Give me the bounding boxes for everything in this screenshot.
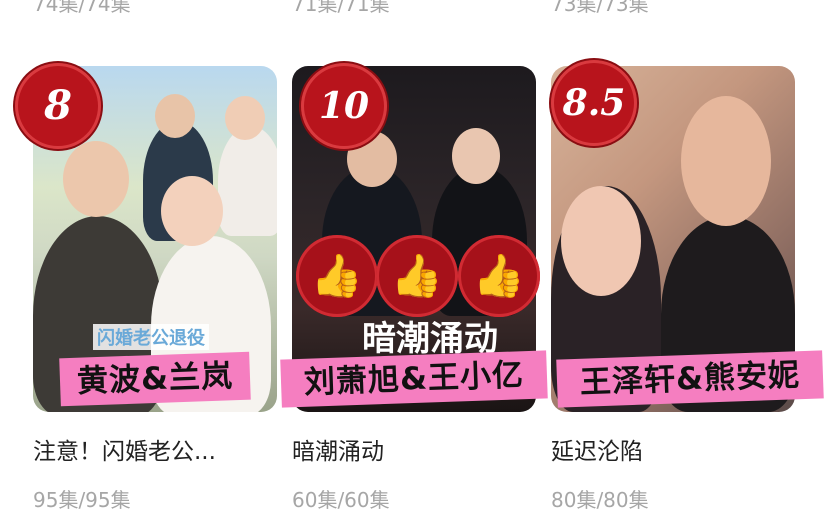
episode-count: 74集/74集 <box>33 0 131 16</box>
thumbs-up-icon: 👍 <box>458 235 540 317</box>
cast-label: 王泽轩&熊安妮 <box>556 350 824 408</box>
poster-figure <box>218 126 277 236</box>
poster-figure-head <box>681 96 771 226</box>
episode-count: 71集/71集 <box>292 0 390 16</box>
episode-count: 95集/95集 <box>33 488 131 512</box>
poster-figure-head <box>161 176 223 246</box>
drama-title[interactable]: 延迟沦陷 <box>551 432 643 466</box>
episode-count: 60集/60集 <box>292 488 390 512</box>
poster-figure-head <box>225 96 265 140</box>
poster-figure-head <box>63 141 129 217</box>
episode-count: 80集/80集 <box>551 488 649 512</box>
drama-title[interactable]: 注意！闪婚老公... <box>33 432 216 466</box>
thumbs-up-group: 👍 👍 👍 <box>296 235 546 321</box>
rating-badge: 8.5 <box>551 60 637 146</box>
previous-row-episode-counts: 74集/74集 71集/71集 73集/73集 <box>0 0 828 16</box>
rating-badge: 10 <box>301 63 387 149</box>
drama-title[interactable]: 暗潮涌动 <box>292 432 384 466</box>
poster-title-text: 闪婚老公退役 <box>93 324 209 350</box>
thumbs-up-icon: 👍 <box>376 235 458 317</box>
episode-count: 73集/73集 <box>551 0 649 16</box>
poster-figure-head <box>155 94 195 138</box>
poster-figure-head <box>561 186 641 296</box>
rating-badge: 8 <box>15 63 101 149</box>
thumbs-up-icon: 👍 <box>296 235 378 317</box>
cast-label: 刘萧旭&王小亿 <box>280 350 548 408</box>
cast-label: 黄波&兰岚 <box>59 351 251 407</box>
poster-figure-head <box>452 128 500 184</box>
